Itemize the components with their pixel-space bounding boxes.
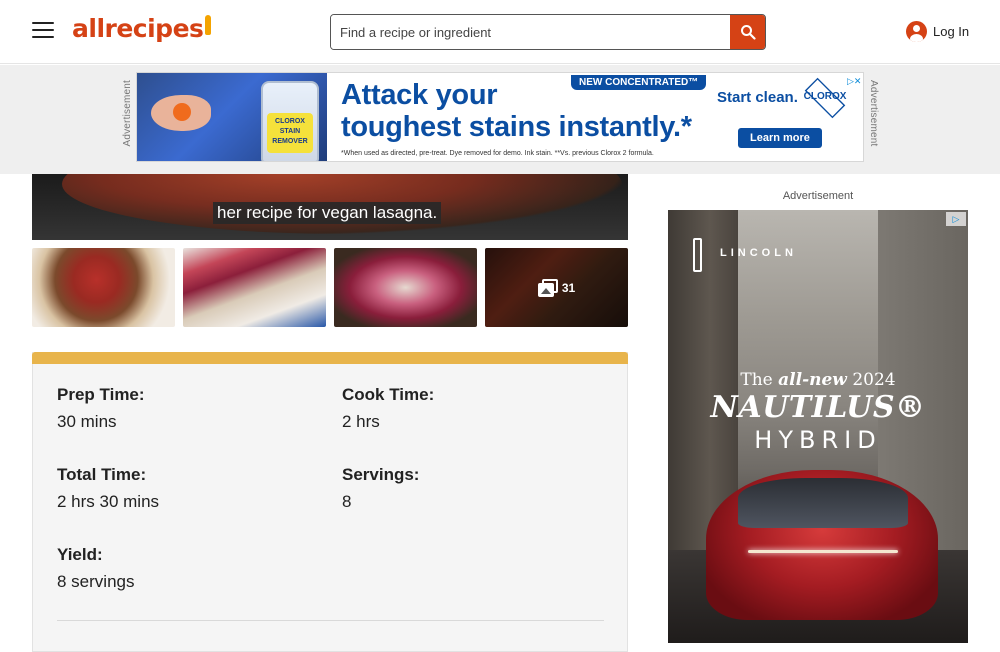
details-accent-bar xyxy=(32,352,628,364)
clorox-brand-text: CLOROX xyxy=(803,91,847,102)
ad-model-name: NAUTILUS® xyxy=(710,390,926,425)
detail-value: 2 hrs xyxy=(342,412,380,431)
hamburger-menu-icon[interactable] xyxy=(32,22,54,40)
gallery-overlay: 31 xyxy=(485,248,628,327)
lincoln-sidebar-ad[interactable]: LINCOLN The all-new 2024 NAUTILUS® HYBRI… xyxy=(668,210,968,643)
ad-fine-print: *When used as directed, pre-treat. Dye r… xyxy=(341,150,654,157)
servings: Servings: 8 xyxy=(342,465,419,512)
ad-model-variant: HYBRID xyxy=(754,426,882,454)
detail-value: 2 hrs 30 mins xyxy=(57,492,160,511)
total-time: Total Time: 2 hrs 30 mins xyxy=(57,465,159,512)
ad-choices-icon[interactable]: ▷ xyxy=(946,212,966,226)
detail-label: Yield: xyxy=(57,545,103,564)
thumbnail-gallery-more[interactable]: 31 xyxy=(485,248,628,327)
search-icon xyxy=(740,25,756,40)
search-bar xyxy=(330,14,766,50)
ad-bottle-text: CLOROX STAIN REMOVER xyxy=(272,118,308,145)
thumbnail-photo[interactable] xyxy=(183,248,326,327)
photo-count: 31 xyxy=(561,280,576,295)
advertisement-label-right: Advertisement xyxy=(868,80,879,147)
ad-headline: Attack your toughest stains instantly.* xyxy=(341,79,692,143)
ad-learn-more-button[interactable]: Learn more xyxy=(738,128,822,148)
yield: Yield: 8 servings xyxy=(57,545,134,592)
ad-stain-image xyxy=(173,103,191,121)
account-icon xyxy=(906,21,927,42)
ad-car-windshield xyxy=(738,478,908,528)
details-divider xyxy=(57,620,604,621)
login-button[interactable]: Log In xyxy=(906,21,969,42)
recipe-details-card: Prep Time: 30 mins Cook Time: 2 hrs Tota… xyxy=(32,352,628,652)
sidebar-advertisement-label: Advertisement xyxy=(782,190,854,202)
thumbnail-photo[interactable] xyxy=(32,248,175,327)
detail-value: 8 servings xyxy=(57,572,135,591)
video-caption: her recipe for vegan lasagna. xyxy=(213,202,442,224)
photo-thumbnails: 31 xyxy=(32,248,628,327)
site-header: allrecipes Log In xyxy=(0,0,1000,64)
allrecipes-logo[interactable]: allrecipes xyxy=(72,14,212,43)
detail-value: 30 mins xyxy=(57,412,117,431)
lincoln-brand: LINCOLN xyxy=(720,247,797,259)
detail-label: Prep Time: xyxy=(57,385,145,404)
ad-choices-icon[interactable]: ▷✕ xyxy=(847,75,861,87)
detail-label: Total Time: xyxy=(57,465,147,484)
ad-car-lightbar xyxy=(748,550,898,553)
detail-value: 8 xyxy=(342,492,352,511)
lincoln-star-icon xyxy=(693,238,702,272)
photo-gallery-icon xyxy=(537,278,558,297)
search-button[interactable] xyxy=(730,15,765,49)
cook-time: Cook Time: 2 hrs xyxy=(342,385,434,432)
detail-label: Servings: xyxy=(342,465,420,484)
advertisement-label-left: Advertisement xyxy=(122,80,133,147)
recipe-video[interactable]: her recipe for vegan lasagna. xyxy=(32,174,628,240)
ad-tagline: The all-new 2024 xyxy=(740,370,896,390)
login-label: Log In xyxy=(933,24,970,39)
ad-headline-line1: Attack your xyxy=(341,79,498,111)
thumbnail-photo[interactable] xyxy=(334,248,477,327)
clorox-banner-ad[interactable]: CLOROX STAIN REMOVER NEW CONCENTRATED™ A… xyxy=(136,72,864,162)
ad-start-clean: Start clean. xyxy=(717,89,798,106)
prep-time: Prep Time: 30 mins xyxy=(57,385,145,432)
search-input[interactable] xyxy=(331,15,730,49)
spoon-icon xyxy=(205,15,212,35)
ad-headline-line2: toughest stains instantly.* xyxy=(341,111,692,143)
detail-label: Cook Time: xyxy=(342,385,435,404)
